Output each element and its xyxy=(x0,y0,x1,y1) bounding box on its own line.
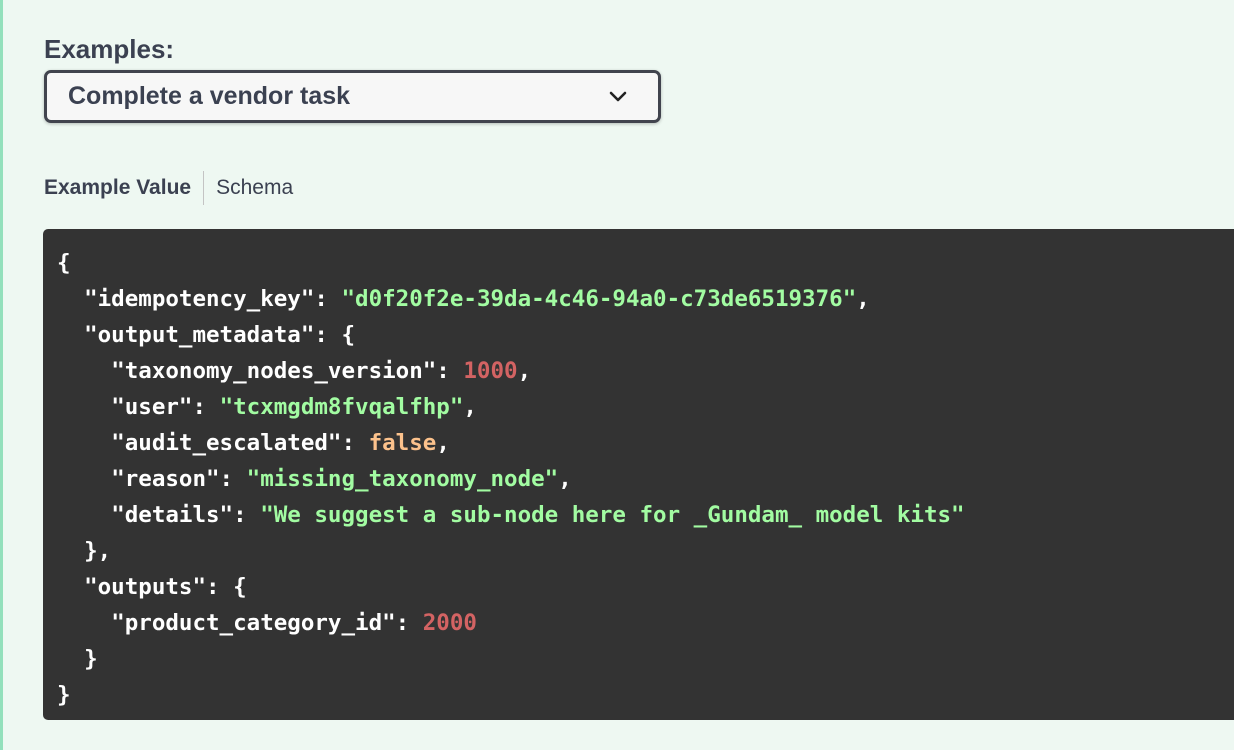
code-line: "reason": "missing_taxonomy_node", xyxy=(111,466,572,492)
examples-select-value: Complete a vendor task xyxy=(68,82,351,110)
example-tabs: Example Value Schema xyxy=(44,170,293,206)
taxonomy-nodes-version-value: 1000 xyxy=(463,358,518,384)
example-value-code-block: { "idempotency_key": "d0f20f2e-39da-4c46… xyxy=(43,229,1234,720)
code-line: } xyxy=(84,646,98,672)
code-line: "user": "tcxmgdm8fvqalfhp", xyxy=(111,394,477,420)
code-line: "output_metadata": { xyxy=(84,322,356,348)
chevron-down-icon xyxy=(609,91,627,102)
details-value: "We suggest a sub-node here for _Gundam_… xyxy=(260,502,965,528)
tab-divider xyxy=(203,171,205,205)
code-line: "product_category_id": 2000 xyxy=(111,610,477,636)
code-line: } xyxy=(57,682,71,708)
reason-value: "missing_taxonomy_node" xyxy=(246,466,559,492)
code-line: "taxonomy_nodes_version": 1000, xyxy=(111,358,532,384)
audit-escalated-value: false xyxy=(368,430,437,456)
operation-left-border xyxy=(0,0,3,750)
code-line: "details": "We suggest a sub-node here f… xyxy=(111,502,965,528)
code-line: }, xyxy=(84,538,112,564)
product-category-id-value: 2000 xyxy=(422,610,477,636)
examples-label: Examples: xyxy=(44,34,175,64)
code-line: "idempotency_key": "d0f20f2e-39da-4c46-9… xyxy=(84,286,870,312)
code-line: { xyxy=(57,250,71,276)
tab-example-value[interactable]: Example Value xyxy=(44,176,191,200)
code-line: "audit_escalated": false, xyxy=(111,430,450,456)
examples-select[interactable]: Complete a vendor task xyxy=(44,70,661,123)
tab-schema[interactable]: Schema xyxy=(216,176,293,200)
idempotency-key-value: "d0f20f2e-39da-4c46-94a0-c73de6519376" xyxy=(341,286,857,312)
code-line: "outputs": { xyxy=(84,574,247,600)
user-value: "tcxmgdm8fvqalfhp" xyxy=(219,394,464,420)
